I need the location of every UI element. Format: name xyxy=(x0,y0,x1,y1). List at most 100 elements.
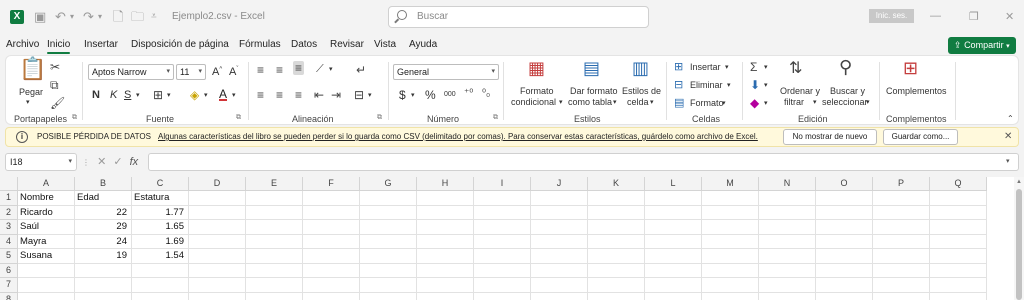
cell-m7[interactable] xyxy=(702,278,759,293)
thousands-button[interactable]: 000 xyxy=(444,91,456,98)
paste-button[interactable]: Pegar xyxy=(19,87,43,97)
cell-f7[interactable] xyxy=(303,278,360,293)
decrease-decimal-icon[interactable]: ⁰₀ xyxy=(482,87,490,101)
share-button[interactable]: ⇪ Compartir ▾ xyxy=(948,37,1016,54)
cell-b1[interactable]: Edad xyxy=(75,191,132,206)
column-header-g[interactable]: G xyxy=(360,177,417,191)
cell-i4[interactable] xyxy=(474,234,531,249)
align-center-icon[interactable]: ≡ xyxy=(276,88,283,102)
cell-d4[interactable] xyxy=(189,234,246,249)
cell-o6[interactable] xyxy=(816,263,873,278)
fill-icon[interactable]: ⬇ xyxy=(750,78,760,92)
insert-cells-icon[interactable]: ⊞ xyxy=(674,60,683,74)
cell-d1[interactable] xyxy=(189,191,246,206)
format-as-table-label-2[interactable]: como tabla xyxy=(568,97,612,107)
cancel-icon[interactable]: ✕ xyxy=(97,156,106,168)
cell-h6[interactable] xyxy=(417,263,474,278)
conditional-format-label-2[interactable]: condicional xyxy=(511,97,556,107)
cell-m6[interactable] xyxy=(702,263,759,278)
cell-o5[interactable] xyxy=(816,249,873,264)
cell-c2[interactable]: 1.77 xyxy=(132,205,189,220)
cell-k5[interactable] xyxy=(588,249,645,264)
paste-icon[interactable]: 📋 xyxy=(19,58,46,80)
cell-j6[interactable] xyxy=(531,263,588,278)
row-header-3[interactable]: 3 xyxy=(0,220,18,235)
cell-q8[interactable] xyxy=(930,292,987,300)
cut-icon[interactable]: ✂ xyxy=(50,60,60,74)
orientation-icon[interactable]: ⟋ xyxy=(316,62,324,76)
clear-dropdown-icon[interactable]: ▾ xyxy=(764,99,768,107)
cell-l6[interactable] xyxy=(645,263,702,278)
cell-n4[interactable] xyxy=(759,234,816,249)
format-cells-button[interactable]: Formato xyxy=(690,98,724,108)
cell-l1[interactable] xyxy=(645,191,702,206)
cell-g6[interactable] xyxy=(360,263,417,278)
align-middle-icon[interactable]: ≡ xyxy=(276,63,283,77)
cell-e3[interactable] xyxy=(246,220,303,235)
cell-c8[interactable] xyxy=(132,292,189,300)
cell-m5[interactable] xyxy=(702,249,759,264)
percent-button[interactable]: % xyxy=(425,88,436,102)
cell-b7[interactable] xyxy=(75,278,132,293)
cell-b8[interactable] xyxy=(75,292,132,300)
cell-j2[interactable] xyxy=(531,205,588,220)
clear-icon[interactable]: ◆ xyxy=(750,96,759,110)
alignment-launcher-icon[interactable]: ⧉ xyxy=(377,114,382,122)
cell-g1[interactable] xyxy=(360,191,417,206)
cell-styles-icon[interactable]: ▥ xyxy=(632,59,649,77)
new-file-icon[interactable]: 🗋 xyxy=(113,9,123,25)
column-header-o[interactable]: O xyxy=(816,177,873,191)
cell-o4[interactable] xyxy=(816,234,873,249)
cell-c3[interactable]: 1.65 xyxy=(132,220,189,235)
cell-styles-label-2[interactable]: celda xyxy=(627,97,649,107)
cell-d3[interactable] xyxy=(189,220,246,235)
cell-p4[interactable] xyxy=(873,234,930,249)
cell-b4[interactable]: 24 xyxy=(75,234,132,249)
tab-vista[interactable]: Vista xyxy=(374,39,396,50)
cell-p7[interactable] xyxy=(873,278,930,293)
cell-h8[interactable] xyxy=(417,292,474,300)
cell-q5[interactable] xyxy=(930,249,987,264)
cell-i8[interactable] xyxy=(474,292,531,300)
borders-dropdown-icon[interactable]: ▾ xyxy=(167,91,171,99)
column-header-f[interactable]: F xyxy=(303,177,360,191)
dont-show-again-button[interactable]: No mostrar de nuevo xyxy=(783,129,877,145)
cell-n2[interactable] xyxy=(759,205,816,220)
cell-j1[interactable] xyxy=(531,191,588,206)
cell-n5[interactable] xyxy=(759,249,816,264)
format-dropdown-icon[interactable]: ▾ xyxy=(722,99,726,107)
sort-filter-label-2[interactable]: filtrar xyxy=(784,97,804,107)
wrap-text-icon[interactable]: ↵ xyxy=(356,63,366,77)
conditional-format-icon[interactable]: ▦ xyxy=(528,59,545,77)
row-header-4[interactable]: 4 xyxy=(0,234,18,249)
format-cells-icon[interactable]: ▤ xyxy=(674,96,684,110)
minimize-icon[interactable]: — xyxy=(930,10,941,22)
signin-button[interactable]: Inic. ses. xyxy=(869,9,914,23)
cell-f5[interactable] xyxy=(303,249,360,264)
cell-a8[interactable] xyxy=(18,292,75,300)
cell-i5[interactable] xyxy=(474,249,531,264)
cell-e1[interactable] xyxy=(246,191,303,206)
cell-l7[interactable] xyxy=(645,278,702,293)
fill-color-dropdown-icon[interactable]: ▾ xyxy=(204,91,208,99)
addins-icon[interactable]: ⊞ xyxy=(903,59,918,77)
cell-f1[interactable] xyxy=(303,191,360,206)
insert-dropdown-icon[interactable]: ▾ xyxy=(725,63,729,71)
orientation-dropdown-icon[interactable]: ▾ xyxy=(329,65,333,73)
cell-f2[interactable] xyxy=(303,205,360,220)
cell-o2[interactable] xyxy=(816,205,873,220)
cell-k8[interactable] xyxy=(588,292,645,300)
cell-g2[interactable] xyxy=(360,205,417,220)
cell-q7[interactable] xyxy=(930,278,987,293)
column-header-p[interactable]: P xyxy=(873,177,930,191)
italic-button[interactable]: K xyxy=(110,89,117,101)
increase-decimal-icon[interactable]: ⁺⁰ xyxy=(464,87,473,101)
name-box[interactable]: I18 ▾ xyxy=(5,153,77,171)
collapse-ribbon-icon[interactable]: ⌃ xyxy=(1007,114,1014,123)
cell-h1[interactable] xyxy=(417,191,474,206)
merge-dropdown-icon[interactable]: ▾ xyxy=(368,91,372,99)
column-header-l[interactable]: L xyxy=(645,177,702,191)
cell-p8[interactable] xyxy=(873,292,930,300)
number-format-select[interactable]: General ▾ xyxy=(393,64,499,80)
insert-cells-button[interactable]: Insertar xyxy=(690,62,721,72)
